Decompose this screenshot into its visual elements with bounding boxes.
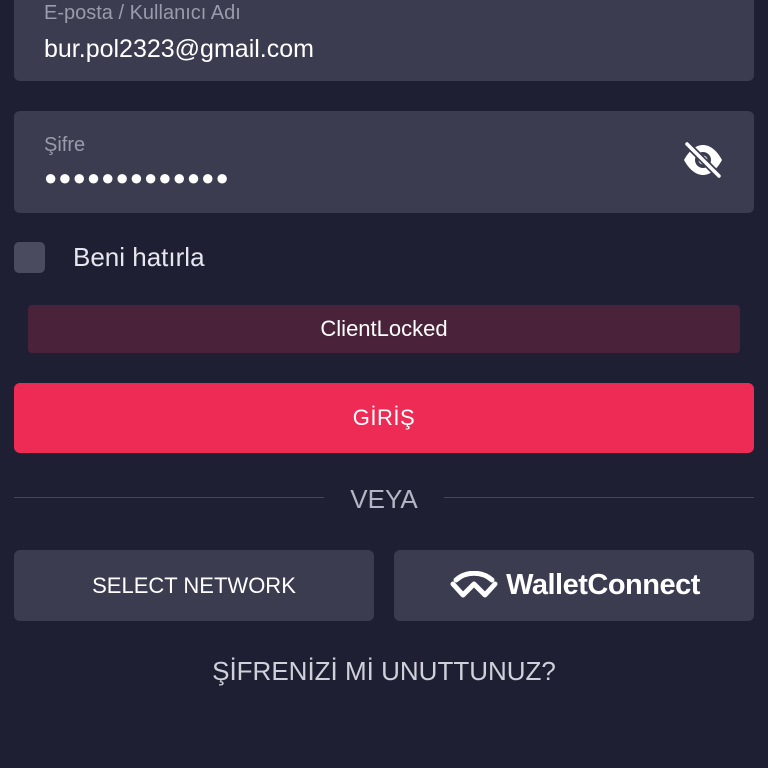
- divider-line-left: [14, 497, 324, 498]
- login-button-label: GİRİŞ: [352, 405, 416, 430]
- forgot-password-label: ŞİFRENİZİ Mİ UNUTTUNUZ?: [212, 656, 556, 686]
- forgot-password-link[interactable]: ŞİFRENİZİ Mİ UNUTTUNUZ?: [0, 656, 768, 687]
- select-network-button[interactable]: SELECT NETWORK: [14, 550, 374, 621]
- email-field[interactable]: E-posta / Kullanıcı Adı bur.pol2323@gmai…: [14, 0, 754, 81]
- password-value[interactable]: ●●●●●●●●●●●●●: [44, 165, 230, 191]
- divider-line-right: [444, 497, 754, 498]
- divider-label: VEYA: [350, 484, 418, 514]
- password-label: Şifre: [44, 134, 86, 156]
- walletconnect-logo-icon: [448, 570, 500, 601]
- error-message: ClientLocked: [320, 316, 448, 341]
- password-field[interactable]: Şifre ●●●●●●●●●●●●●: [14, 111, 754, 213]
- remember-label[interactable]: Beni hatırla: [73, 242, 205, 273]
- email-value[interactable]: bur.pol2323@gmail.com: [44, 35, 314, 64]
- select-network-label: SELECT NETWORK: [92, 572, 296, 598]
- remember-checkbox[interactable]: [14, 242, 45, 273]
- error-banner: ClientLocked: [28, 305, 740, 353]
- walletconnect-button[interactable]: WalletConnect: [394, 550, 754, 621]
- eye-off-icon[interactable]: [680, 140, 726, 180]
- walletconnect-label: WalletConnect: [506, 569, 700, 601]
- login-button[interactable]: GİRİŞ: [14, 383, 754, 453]
- email-label: E-posta / Kullanıcı Adı: [44, 2, 241, 24]
